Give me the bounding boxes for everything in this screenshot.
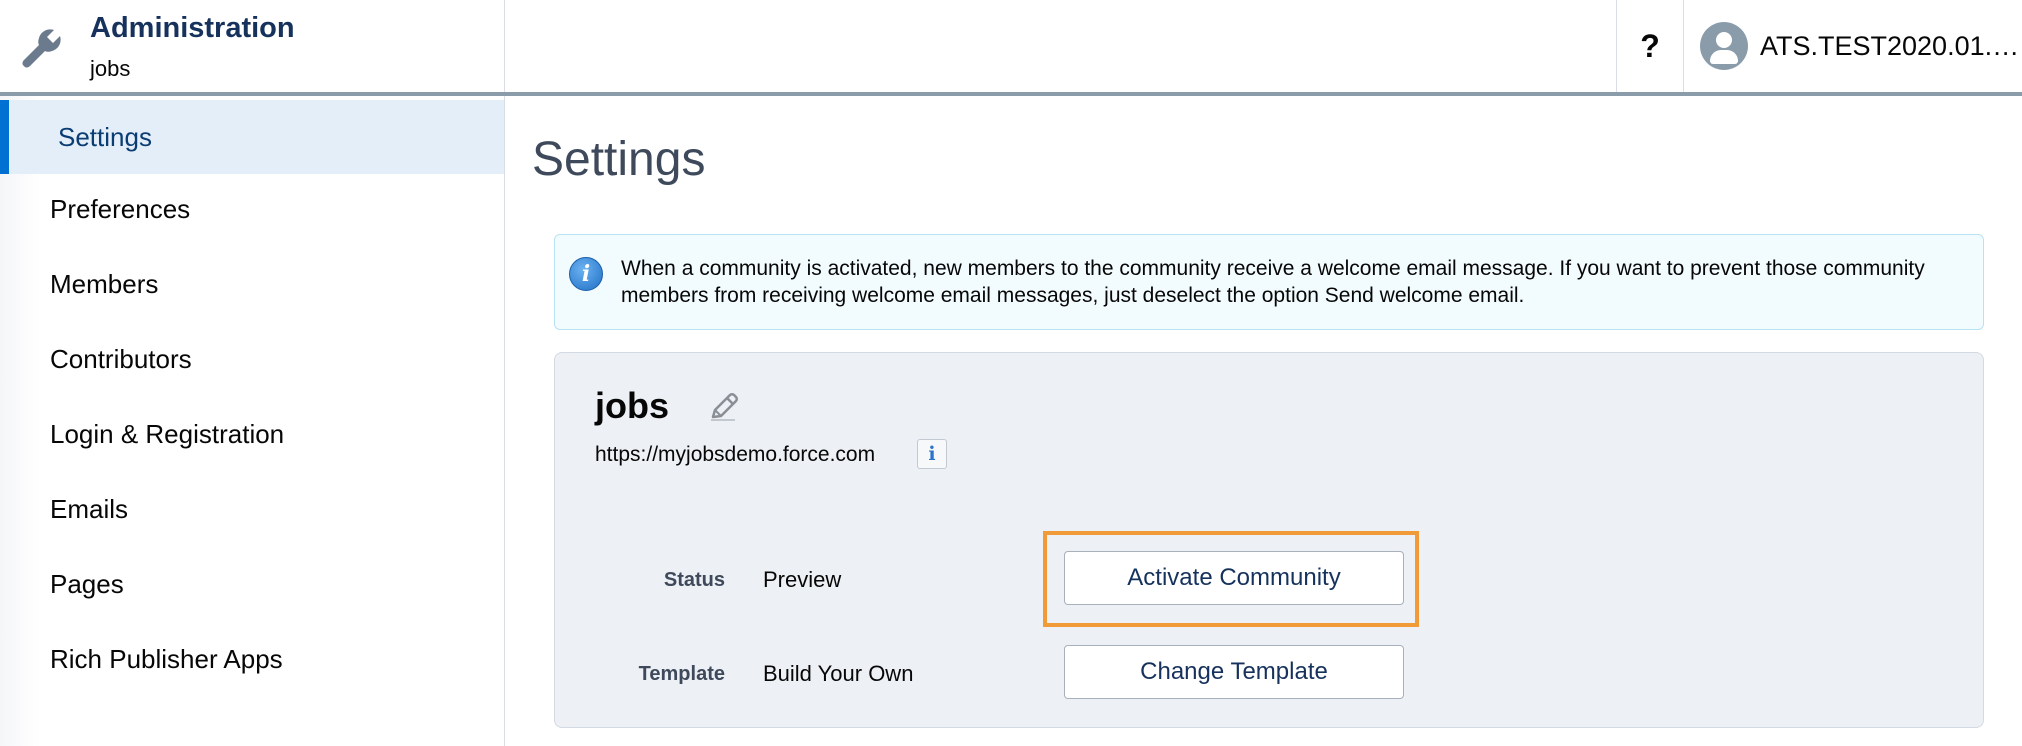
user-menu[interactable]: ATS.TEST2020.01.2... bbox=[1684, 0, 2022, 92]
template-label: Template bbox=[638, 663, 725, 685]
info-message-text: When a community is activated, new membe… bbox=[621, 257, 1925, 307]
sidebar-item-members[interactable]: Members bbox=[0, 247, 504, 321]
sidebar-item-preferences[interactable]: Preferences bbox=[0, 172, 504, 246]
sidebar-nav: Settings Preferences Members Contributor… bbox=[0, 96, 505, 746]
sidebar-item-settings[interactable]: Settings bbox=[0, 100, 504, 174]
change-template-button[interactable]: Change Template bbox=[1064, 645, 1404, 699]
info-icon: i bbox=[569, 257, 603, 291]
community-panel: jobs https://myjobsdemo.force.com i Stat… bbox=[554, 352, 1984, 728]
activate-community-button[interactable]: Activate Community bbox=[1064, 551, 1404, 605]
sidebar-item-login-registration[interactable]: Login & Registration bbox=[0, 397, 504, 471]
global-header: Administration jobs ? ATS.TEST2020.01.2.… bbox=[0, 0, 2022, 96]
page-title: Settings bbox=[532, 133, 706, 186]
sidebar-item-contributors[interactable]: Contributors bbox=[0, 322, 504, 396]
sidebar-item-rich-publisher-apps[interactable]: Rich Publisher Apps bbox=[0, 622, 504, 696]
main-content: Settings i When a community is activated… bbox=[506, 96, 2022, 746]
community-name: jobs bbox=[595, 385, 670, 426]
sidebar-item-emails[interactable]: Emails bbox=[0, 472, 504, 546]
app-title: Administration bbox=[90, 12, 295, 44]
app-subtitle: jobs bbox=[90, 56, 131, 81]
avatar-icon bbox=[1700, 22, 1748, 70]
pencil-icon[interactable] bbox=[705, 389, 741, 425]
user-name: ATS.TEST2020.01.2... bbox=[1760, 30, 2020, 61]
sidebar-item-pages[interactable]: Pages bbox=[0, 547, 504, 621]
info-message-box: i When a community is activated, new mem… bbox=[554, 234, 1984, 330]
app-brand: Administration jobs bbox=[0, 0, 505, 92]
wrench-icon bbox=[22, 29, 61, 68]
status-value: Preview bbox=[763, 567, 842, 592]
template-value: Build Your Own bbox=[763, 661, 914, 686]
status-label: Status bbox=[663, 569, 725, 591]
help-button[interactable]: ? bbox=[1616, 0, 1684, 92]
community-url: https://myjobsdemo.force.com bbox=[595, 443, 876, 466]
url-info-icon[interactable]: i bbox=[917, 439, 947, 469]
